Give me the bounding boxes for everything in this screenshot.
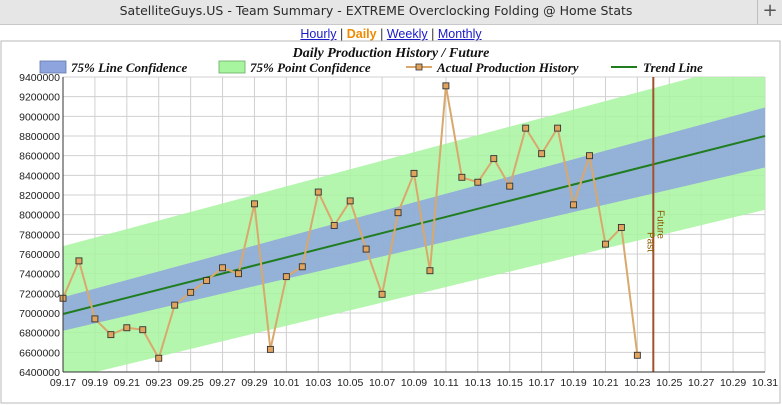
legend-label-line-confidence: 75% Line Confidence	[71, 60, 187, 75]
x-tick-label: 09.25	[177, 377, 203, 389]
actual-production-point	[139, 326, 147, 334]
y-tick-label: 7200000	[19, 288, 60, 300]
actual-production-point	[426, 267, 434, 275]
actual-production-point	[602, 240, 609, 248]
x-tick-label: 10.13	[465, 377, 491, 389]
actual-production-point	[617, 223, 625, 231]
actual-production-point	[442, 82, 450, 90]
y-tick-label: 7800000	[19, 229, 60, 241]
actual-production-point	[394, 209, 402, 217]
actual-production-point	[522, 124, 530, 132]
x-tick-label: 10.21	[592, 377, 618, 389]
x-tick-label: 09.23	[146, 377, 172, 389]
actual-production-point	[346, 197, 354, 205]
chart-title: Daily Production History / Future	[292, 46, 490, 61]
x-tick-label: 09.27	[209, 377, 235, 389]
y-tick-label: 8800000	[19, 131, 60, 143]
production-chart: Daily Production History / Future 75% Li…	[0, 40, 781, 404]
y-tick-label: 6600000	[19, 347, 60, 359]
actual-production-point	[282, 273, 290, 281]
actual-production-point	[474, 178, 482, 186]
divider-label-past: Past	[644, 232, 655, 252]
y-tick-label: 8000000	[19, 210, 60, 222]
actual-production-point	[91, 315, 99, 323]
y-tick-label: 6800000	[19, 328, 60, 340]
legend-marker-actual	[415, 63, 423, 71]
actual-production-point	[75, 257, 83, 265]
actual-production-point	[171, 301, 179, 309]
actual-production-point	[410, 169, 418, 177]
actual-production-point	[219, 264, 226, 272]
actual-production-point	[362, 245, 370, 253]
actual-production-point	[235, 270, 242, 278]
y-tick-label: 9400000	[19, 72, 60, 84]
y-tick-label: 7000000	[19, 308, 60, 320]
x-tick-label: 10.11	[433, 377, 459, 389]
x-tick-label: 10.09	[401, 377, 427, 389]
legend-swatch-point-confidence	[218, 60, 246, 74]
x-tick-label: 09.29	[241, 377, 267, 389]
actual-production-point	[458, 173, 466, 181]
actual-production-point	[155, 354, 163, 362]
x-tick-label: 10.29	[720, 377, 746, 389]
actual-production-point	[187, 288, 195, 296]
x-tick-label: 10.05	[337, 377, 363, 389]
actual-production-point	[538, 150, 546, 158]
y-tick-label: 8400000	[19, 170, 60, 182]
x-tick-label: 10.23	[624, 377, 650, 389]
actual-production-point	[506, 182, 514, 190]
x-tick-label: 09.21	[114, 377, 140, 389]
y-tick-label: 8200000	[19, 190, 60, 202]
x-tick-label: 10.07	[369, 377, 395, 389]
x-tick-label: 10.17	[528, 377, 554, 389]
y-tick-label: 7400000	[19, 269, 60, 281]
actual-production-point	[123, 324, 131, 332]
y-tick-label: 7600000	[19, 249, 60, 261]
actual-production-point	[490, 155, 498, 163]
x-tick-label: 09.19	[82, 377, 108, 389]
actual-production-point	[251, 200, 258, 208]
actual-production-point	[266, 345, 274, 353]
x-tick-label: 10.25	[656, 377, 682, 389]
x-tick-label: 10.31	[752, 377, 778, 389]
divider-label-future: Future	[654, 210, 665, 239]
y-tick-label: 9000000	[19, 111, 60, 123]
x-tick-label: 10.15	[497, 377, 523, 389]
actual-production-point	[633, 351, 641, 359]
x-tick-label: 09.17	[50, 377, 76, 389]
actual-production-point	[554, 124, 562, 132]
x-tick-label: 10.01	[273, 377, 299, 389]
legend-label-point-confidence: 75% Point Confidence	[250, 60, 371, 75]
legend-label-trend: Trend Line	[643, 60, 703, 75]
y-tick-label: 9200000	[19, 92, 60, 104]
actual-production-point	[314, 188, 322, 196]
actual-production-point	[107, 331, 115, 339]
actual-production-point	[298, 263, 306, 271]
legend-label-actual: Actual Production History	[436, 60, 579, 75]
actual-production-point	[586, 152, 593, 160]
actual-production-point	[378, 290, 386, 298]
x-tick-label: 10.03	[305, 377, 331, 389]
x-tick-label: 10.27	[688, 377, 714, 389]
x-tick-label: 10.19	[560, 377, 586, 389]
actual-production-point	[330, 222, 338, 229]
actual-production-point	[203, 277, 211, 284]
actual-production-point	[570, 201, 577, 209]
y-tick-label: 8600000	[19, 151, 60, 163]
